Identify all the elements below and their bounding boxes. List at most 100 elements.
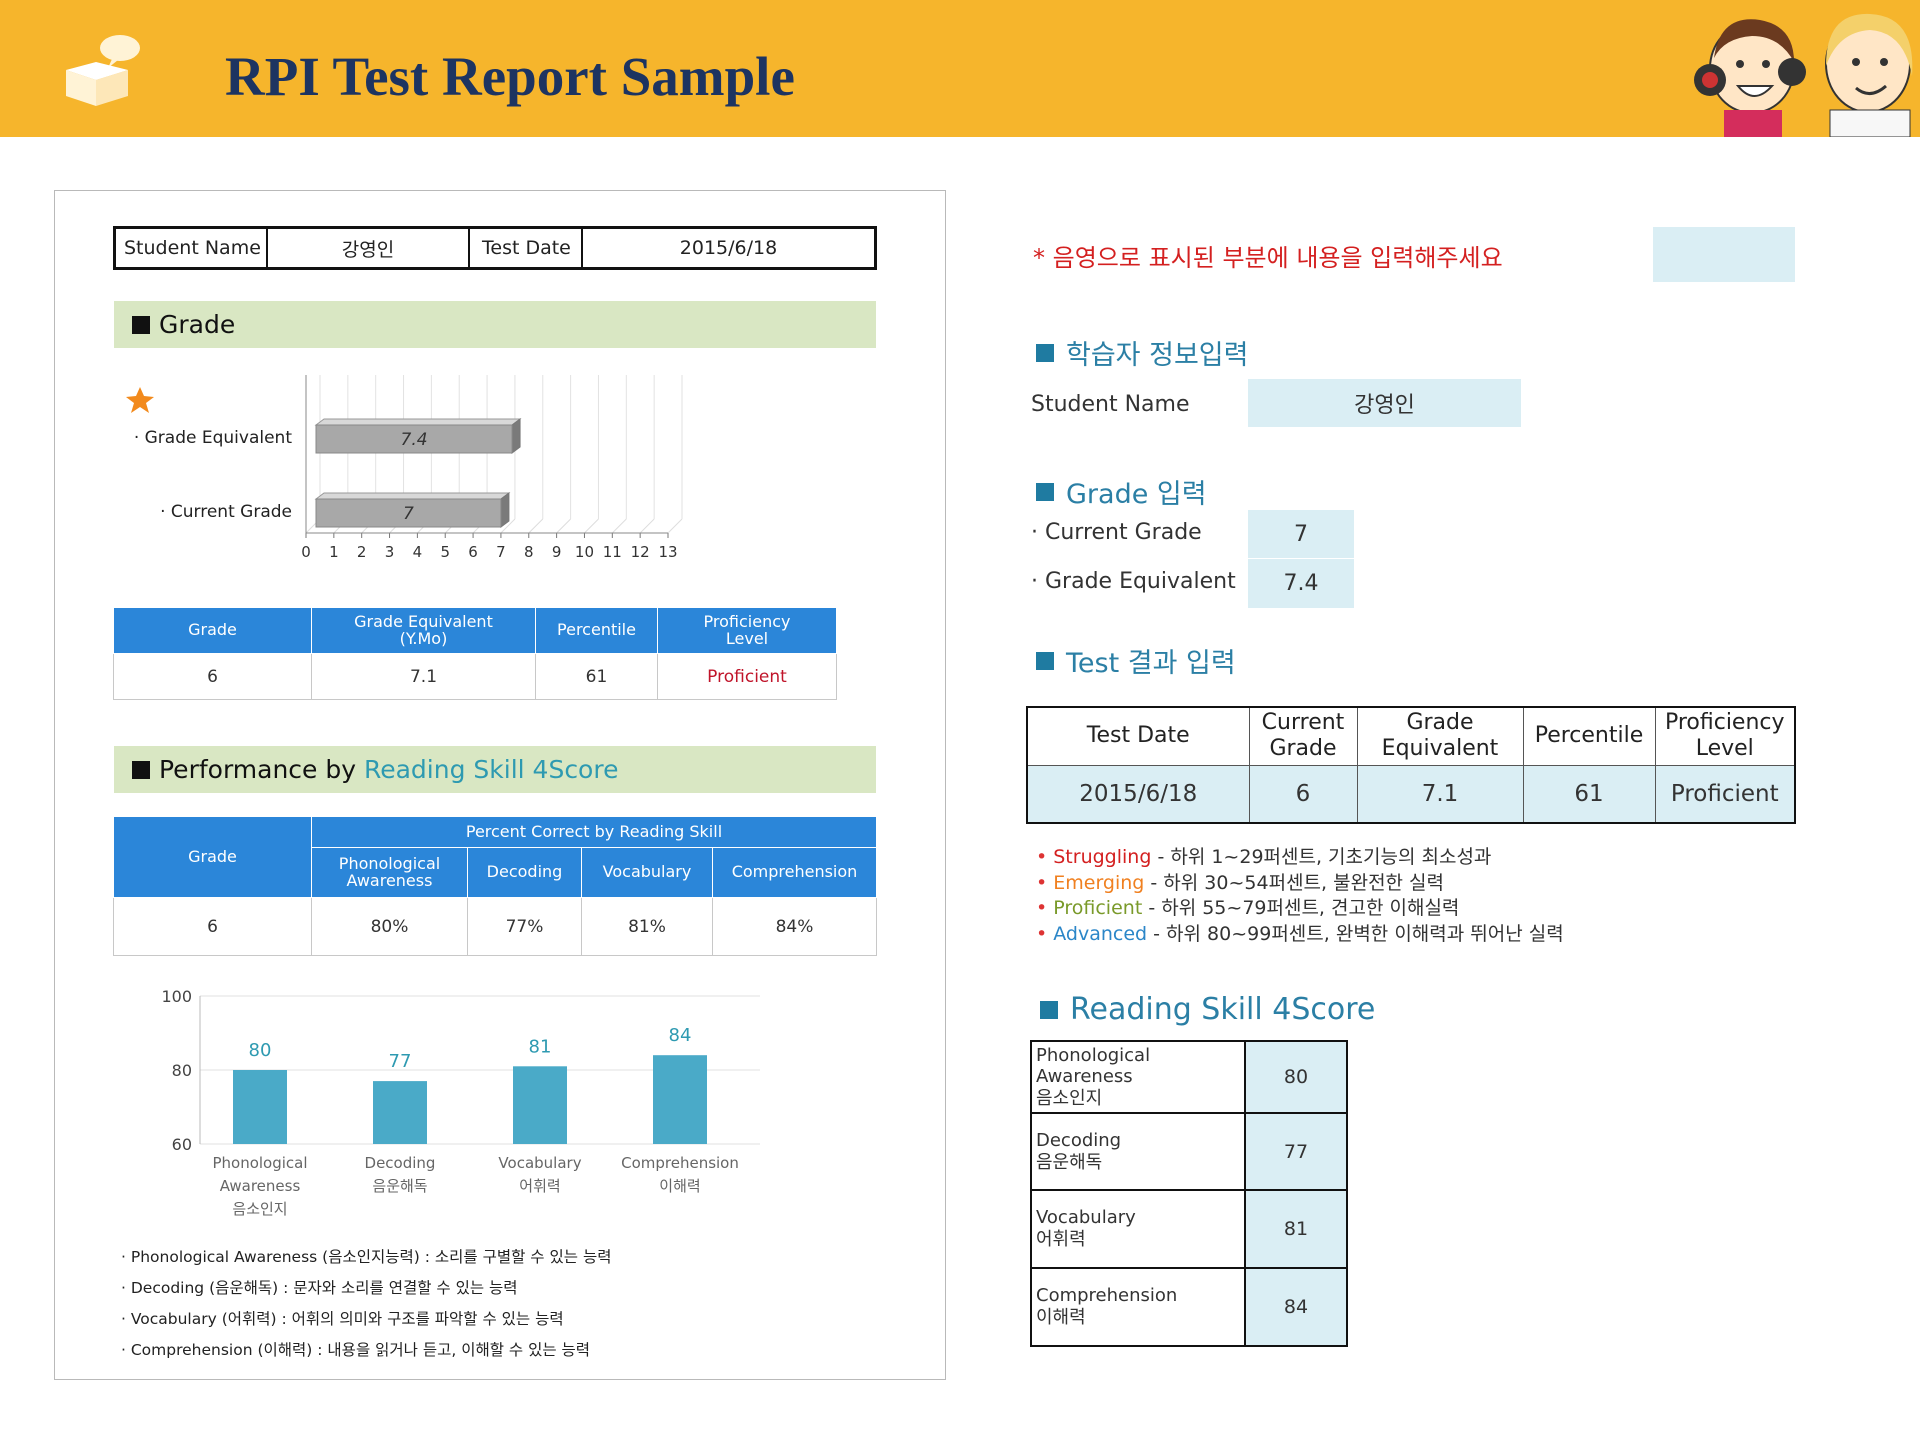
grade-table-cell: 61 — [535, 653, 658, 700]
current-grade-label-text: Current Grade — [1045, 520, 1202, 545]
star-icon — [126, 387, 154, 413]
student-name-input[interactable]: 강영인 — [1248, 379, 1521, 427]
performance-table: Grade Percent Correct by Reading Skill P… — [113, 816, 877, 956]
note-item: Phonological Awareness (음소인지능력) : 소리를 구별… — [121, 1242, 612, 1273]
cartoon-kids-icon — [1694, 13, 1913, 137]
square-bullet-icon — [1036, 343, 1054, 362]
student-name-label: Student Name — [116, 229, 268, 267]
bar-value-label: 84 — [669, 1025, 692, 1046]
skill-label: Phonological Awareness 음소인지 — [1030, 1040, 1246, 1114]
learner-heading-text: 학습자 정보입력 — [1066, 340, 1249, 371]
perf-cell: 84% — [712, 897, 877, 956]
student-info-row: Student Name 강영인 Test Date 2015/6/18 — [113, 226, 877, 270]
square-bullet-icon — [132, 760, 150, 779]
x-tick-label: 11 — [603, 543, 622, 561]
test-result-heading: Test 결과 입력 — [1036, 641, 1236, 680]
perf-grade-header: Grade — [113, 816, 312, 898]
legend-item: Proficient - 하위 55~79퍼센트, 견고한 이해실력 — [1036, 896, 1564, 922]
legend-desc: - 하위 80~99퍼센트, 완벽한 이해력과 뛰어난 실력 — [1147, 922, 1564, 945]
legend-term-advanced: Advanced — [1053, 922, 1148, 945]
bar-side — [500, 492, 510, 528]
x-tick-label: 2 — [357, 543, 367, 561]
perf-cell: 80% — [311, 897, 468, 956]
skill-bar — [233, 1070, 287, 1144]
current-grade-input[interactable]: 7 — [1248, 510, 1354, 558]
x-category-label: Decoding 음운해독 — [365, 1154, 436, 1195]
x-category-label: Phonological Awareness 음소인지 — [212, 1154, 307, 1218]
vocabulary-score-input[interactable]: 81 — [1244, 1189, 1348, 1269]
reading-skill-heading: Reading Skill 4Score — [1040, 992, 1375, 1027]
comprehension-score-input[interactable]: 84 — [1244, 1267, 1348, 1347]
bar-value-label: 81 — [529, 1036, 552, 1057]
test-date-input[interactable]: 2015/6/18 — [1026, 764, 1250, 824]
x-tick-label: 0 — [301, 543, 311, 561]
square-bullet-icon — [1040, 1000, 1058, 1019]
x-tick-label: 13 — [658, 543, 677, 561]
test-table-header: Proficiency Level — [1654, 706, 1796, 766]
perf-group-header: Percent Correct by Reading Skill — [311, 816, 877, 848]
x-tick-label: 7 — [496, 543, 506, 561]
header-bar: RPI Test Report Sample — [0, 0, 1920, 137]
y-category-label: · Current Grade — [160, 502, 292, 522]
grade-section-title: Grade — [159, 310, 236, 339]
grade-equivalent-input[interactable]: 7.4 — [1248, 559, 1354, 608]
x-category-label: Comprehension 이해력 — [621, 1154, 739, 1195]
test-result-heading-text: Test 결과 입력 — [1066, 648, 1236, 679]
y-tick-label: 100 — [161, 987, 192, 1006]
legend-item: Struggling - 하위 1~29퍼센트, 기초기능의 최소성과 — [1036, 845, 1564, 871]
perf-skill-header: Vocabulary — [581, 847, 713, 898]
test-result-table: Test Date Current Grade Grade Equivalent… — [1026, 706, 1796, 824]
grid-line — [667, 518, 683, 534]
skill-label: Vocabulary 어휘력 — [1030, 1189, 1246, 1269]
square-bullet-icon — [1036, 651, 1054, 670]
grade-table-cell: 6 — [113, 653, 312, 700]
x-tick-label: 4 — [413, 543, 423, 561]
grade-section-header: Grade — [114, 301, 876, 348]
test-date-value: 2015/6/18 — [679, 237, 778, 259]
test-table-header: Current Grade — [1248, 706, 1358, 766]
performance-title-prefix: Performance by — [159, 755, 364, 784]
bar-value-label: 80 — [249, 1040, 272, 1061]
note-item: Comprehension (이해력) : 내용을 읽거나 듣고, 이해할 수 … — [121, 1335, 611, 1366]
performance-section-header: Performance by Reading Skill 4Score — [114, 746, 876, 793]
skill-label: Comprehension 이해력 — [1030, 1267, 1246, 1347]
x-tick-label: 12 — [631, 543, 650, 561]
test-grade-equivalent-input[interactable]: 7.1 — [1356, 764, 1524, 824]
grid-line — [584, 518, 599, 534]
decoding-score-input[interactable]: 77 — [1244, 1112, 1348, 1191]
phonological-score-input[interactable]: 80 — [1244, 1040, 1348, 1114]
reading-skill-table: Phonological Awareness 음소인지 80 Decoding … — [1030, 1040, 1348, 1347]
test-percentile-input[interactable]: 61 — [1522, 764, 1656, 824]
perf-skill-header: Phonological Awareness — [311, 847, 468, 898]
learner-heading: 학습자 정보입력 — [1036, 333, 1248, 372]
grade-equivalent-label: · Grade Equivalent — [1031, 569, 1236, 594]
grade-table-header: Grade Equivalent (Y.Mo) — [311, 607, 536, 654]
test-table-header: Test Date — [1026, 706, 1250, 766]
y-tick-label: 80 — [172, 1061, 192, 1080]
test-current-grade-input[interactable]: 6 — [1248, 764, 1358, 824]
grade-input-heading-text: Grade 입력 — [1066, 479, 1207, 510]
current-grade-label: · Current Grade — [1031, 520, 1202, 545]
instruction-text: * 음영으로 표시된 부분에 내용을 입력해주세요 — [1033, 244, 1503, 272]
test-proficiency-input[interactable]: Proficient — [1654, 764, 1796, 824]
note-item: Decoding (음운해독) : 문자와 소리를 연결할 수 있는 능력 — [121, 1273, 611, 1304]
bar-value-label: 77 — [389, 1051, 412, 1072]
grade-table-header: Grade — [113, 607, 312, 654]
y-category-label: · Grade Equivalent — [134, 428, 293, 448]
page-title: RPI Test Report Sample — [225, 46, 795, 107]
student-name-value: 강영인 — [268, 229, 470, 267]
bar-side — [511, 418, 521, 454]
skill-label: Decoding 음운해독 — [1030, 1112, 1246, 1191]
perf-cell: 77% — [467, 897, 582, 956]
legend-term-emerging: Emerging — [1053, 871, 1145, 894]
performance-title-highlight: Reading Skill 4Score — [363, 755, 619, 784]
note-item: Vocabulary (어휘력) : 어휘의 의미와 구조를 파악할 수 있는 … — [121, 1304, 611, 1335]
grade-table: Grade Grade Equivalent (Y.Mo) Percentile… — [113, 607, 837, 700]
book-logo-icon — [66, 35, 140, 106]
bar-top — [314, 418, 522, 426]
legend-desc: - 하위 1~29퍼센트, 기초기능의 최소성과 — [1151, 846, 1492, 868]
legend-desc: - 하위 30~54퍼센트, 불완전한 실력 — [1144, 871, 1445, 894]
proficiency-legend: Struggling - 하위 1~29퍼센트, 기초기능의 최소성과 Emer… — [1036, 845, 1564, 947]
grid-line — [611, 518, 627, 534]
perf-skill-header: Decoding — [467, 847, 582, 898]
